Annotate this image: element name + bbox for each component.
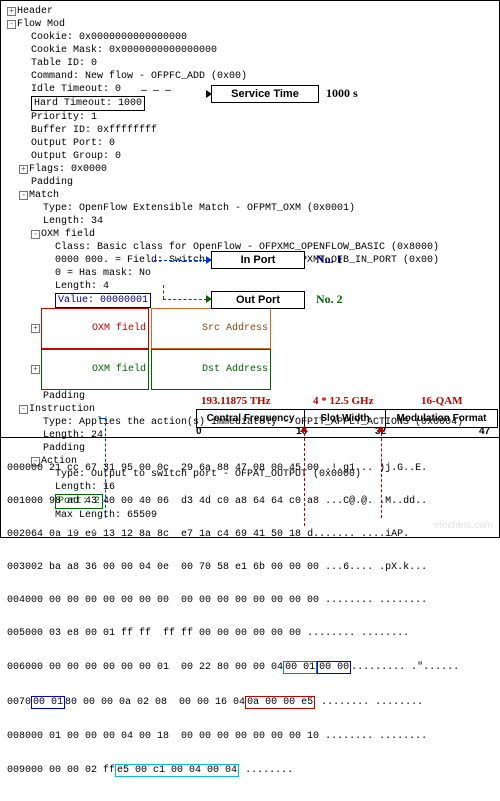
service-time-value: 1000 s bbox=[326, 86, 358, 101]
field-match-length: Length: 34 bbox=[7, 215, 493, 228]
hex-row[interactable]: 0070 00 01 80 00 00 0a 02 08 00 00 16 04… bbox=[7, 696, 493, 709]
src-address-box: Src Address bbox=[151, 308, 271, 349]
field-buffer-id: Buffer ID: 0xffffffff bbox=[7, 124, 493, 137]
tree-item-oxm-field[interactable]: - OXM field bbox=[7, 228, 493, 241]
tree-label: Match bbox=[29, 189, 59, 202]
field-padding: Padding bbox=[7, 176, 493, 189]
hex-row[interactable]: 0010 00 98 ad 43 40 00 40 06 d3 4d c0 a8… bbox=[7, 496, 493, 507]
tree-item-flowmod[interactable]: - Flow Mod bbox=[7, 18, 493, 31]
hex-box-red: 0a 00 00 e5 bbox=[245, 696, 315, 709]
hex-box-blue: 00 00 bbox=[317, 661, 351, 674]
tree-label: Instruction bbox=[29, 403, 95, 416]
field-output-group: Output Group: 0 bbox=[7, 150, 493, 163]
tree-item-match[interactable]: - Match bbox=[7, 189, 493, 202]
field-cookie-mask: Cookie Mask: 0x0000000000000000 bbox=[7, 44, 493, 57]
field-priority: Priority: 1 bbox=[7, 111, 493, 124]
cf-value-label: 193.11875 THz bbox=[201, 395, 270, 407]
oxm-dst-box: OXM field bbox=[41, 349, 149, 390]
hex-row[interactable]: 0000 00 21 cc 67 31 95 00 0c 29 6a 88 47… bbox=[7, 463, 493, 474]
col-modulation-format: Modulation Format bbox=[386, 410, 497, 427]
service-time-box: Service Time bbox=[211, 85, 319, 103]
in-port-value: No. 1 bbox=[316, 252, 343, 267]
expander-icon[interactable]: + bbox=[31, 365, 40, 374]
pane-separator bbox=[1, 437, 499, 438]
hex-box-teal: 00 01 bbox=[283, 661, 317, 674]
expander-icon[interactable]: + bbox=[31, 324, 40, 333]
field-output-port: Output Port: 0 bbox=[7, 137, 493, 150]
tree-label: Header bbox=[17, 5, 53, 18]
field-command: Command: New flow - OFPFC_ADD (0x00) bbox=[7, 70, 493, 83]
bit-0: 0 bbox=[196, 426, 202, 437]
expander-icon[interactable]: - bbox=[19, 191, 28, 200]
bit-47: 47 bbox=[479, 426, 490, 437]
out-port-box: Out Port bbox=[211, 291, 305, 309]
col-central-frequency: Central Frequency bbox=[197, 410, 305, 427]
field-action-padding[interactable]: Padding bbox=[7, 522, 493, 537]
hard-timeout-box: Hard Timeout: 1000 bbox=[31, 96, 145, 111]
tree-item-oxm-dst[interactable]: + OXM field Dst Address bbox=[7, 349, 493, 390]
out-port-value: No. 2 bbox=[316, 292, 343, 307]
in-port-box: In Port bbox=[211, 251, 305, 269]
expander-icon[interactable]: - bbox=[7, 20, 16, 29]
hex-box-blue2: 00 01 bbox=[31, 696, 65, 709]
hex-row[interactable]: 0060 00 00 00 00 00 00 00 01 00 22 80 00… bbox=[7, 661, 493, 674]
expander-icon[interactable]: - bbox=[19, 405, 28, 414]
padding-column-headers: Central Frequency Slot Width Modulation … bbox=[196, 409, 498, 428]
tree-item-flags[interactable]: + Flags: 0x0000 bbox=[7, 163, 493, 176]
tree-label: OXM field bbox=[41, 228, 95, 241]
expander-icon[interactable]: - bbox=[31, 230, 40, 239]
hex-row[interactable]: 0050 00 03 e8 00 01 ff ff ff ff 00 00 00… bbox=[7, 628, 493, 639]
field-match-type: Type: OpenFlow Extensible Match - OFPMT_… bbox=[7, 202, 493, 215]
oxm-src-box: OXM field bbox=[41, 308, 149, 349]
tree-item-oxm-src[interactable]: + OXM field Src Address bbox=[7, 308, 493, 349]
col-slot-width: Slot Width bbox=[305, 410, 386, 427]
field-cookie: Cookie: 0x0000000000000000 bbox=[7, 31, 493, 44]
mf-value-label: 16-QAM bbox=[421, 395, 463, 407]
oxm-value-box: Value: 00000001 bbox=[55, 293, 151, 308]
dst-address-box: Dst Address bbox=[151, 349, 271, 390]
hex-row[interactable]: 0040 00 00 00 00 00 00 00 00 00 00 00 00… bbox=[7, 595, 493, 606]
expander-icon[interactable]: + bbox=[19, 165, 28, 174]
hex-row[interactable]: 0030 02 ba a8 36 00 00 04 0e 00 70 58 e1… bbox=[7, 562, 493, 573]
hex-row[interactable]: 0090 00 00 00 02 ff e5 00 c1 00 04 00 04… bbox=[7, 764, 493, 777]
tree-label: Flags: 0x0000 bbox=[29, 163, 107, 176]
hex-box-cyan: e5 00 c1 00 04 00 04 bbox=[115, 764, 239, 777]
field-table-id: Table ID: 0 bbox=[7, 57, 493, 70]
hex-pane[interactable]: 0000 00 21 cc 67 31 95 00 0c 29 6a 88 47… bbox=[1, 439, 499, 801]
expander-icon[interactable]: + bbox=[7, 7, 16, 16]
hex-row[interactable]: 0080 00 01 00 00 00 04 00 18 00 00 00 00… bbox=[7, 731, 493, 742]
packet-dissection-window: + Header - Flow Mod Cookie: 0x0000000000… bbox=[0, 0, 500, 538]
tree-label: Flow Mod bbox=[17, 18, 65, 31]
sw-value-label: 4 * 12.5 GHz bbox=[313, 395, 374, 407]
tree-item-header[interactable]: + Header bbox=[7, 5, 493, 18]
